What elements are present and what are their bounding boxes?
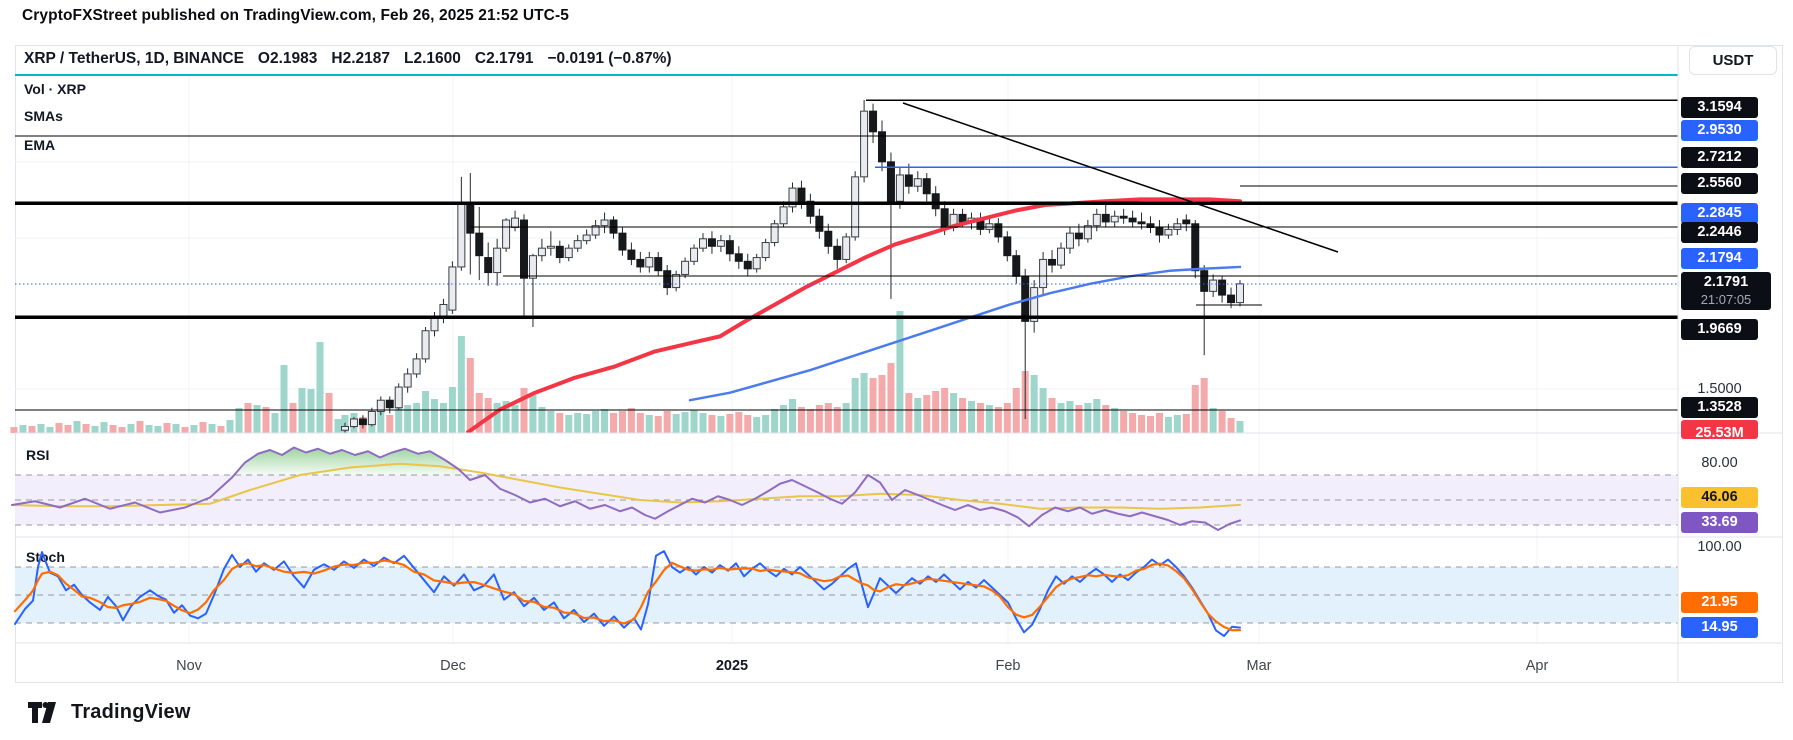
tradingview-logo-text: TradingView bbox=[71, 701, 191, 724]
time-axis-label: Feb bbox=[996, 658, 1021, 674]
time-axis-label: Mar bbox=[1247, 658, 1272, 674]
price-scale-label: 46.06 bbox=[1681, 487, 1758, 508]
price-scale-tick: 80.00 bbox=[1681, 454, 1758, 472]
price-scale-tick: 1.5000 bbox=[1681, 380, 1758, 398]
price-scale-tick: 100.00 bbox=[1681, 538, 1758, 556]
time-axis-label: Dec bbox=[440, 658, 466, 674]
price-scale-label: 21.95 bbox=[1681, 592, 1758, 613]
chart-widget: CryptoFXStreet published on TradingView.… bbox=[0, 0, 1793, 740]
price-scale-label: 2.9530 bbox=[1681, 120, 1758, 141]
price-scale-label: 1.9669 bbox=[1681, 319, 1758, 340]
tradingview-logo-icon bbox=[28, 701, 62, 724]
bar-countdown: 21:07:05 bbox=[1701, 291, 1752, 308]
price-scale-label: 14.95 bbox=[1681, 617, 1758, 638]
time-axis-label-year: 2025 bbox=[716, 658, 748, 674]
chart-canvas[interactable] bbox=[0, 0, 1793, 740]
price-scale-label: 33.69 bbox=[1681, 512, 1758, 533]
price-scale-label: 3.1594 bbox=[1681, 97, 1758, 118]
volume-value-label: 25.53M bbox=[1681, 420, 1758, 439]
current-price-label: 2.179121:07:05 bbox=[1681, 272, 1771, 310]
price-scale-label: 2.7212 bbox=[1681, 147, 1758, 168]
current-price-value: 2.1791 bbox=[1704, 274, 1748, 291]
price-scale-label: 2.1794 bbox=[1681, 248, 1758, 269]
price-scale-label: 2.2845 bbox=[1681, 203, 1758, 224]
price-scale-label: 2.5560 bbox=[1681, 173, 1758, 194]
price-scale-label: 1.3528 bbox=[1681, 397, 1758, 418]
time-axis-label: Apr bbox=[1526, 658, 1549, 674]
price-scale-label: 2.2446 bbox=[1681, 222, 1758, 243]
footer-brand[interactable]: TradingView bbox=[28, 701, 191, 724]
time-axis-label: Nov bbox=[176, 658, 202, 674]
